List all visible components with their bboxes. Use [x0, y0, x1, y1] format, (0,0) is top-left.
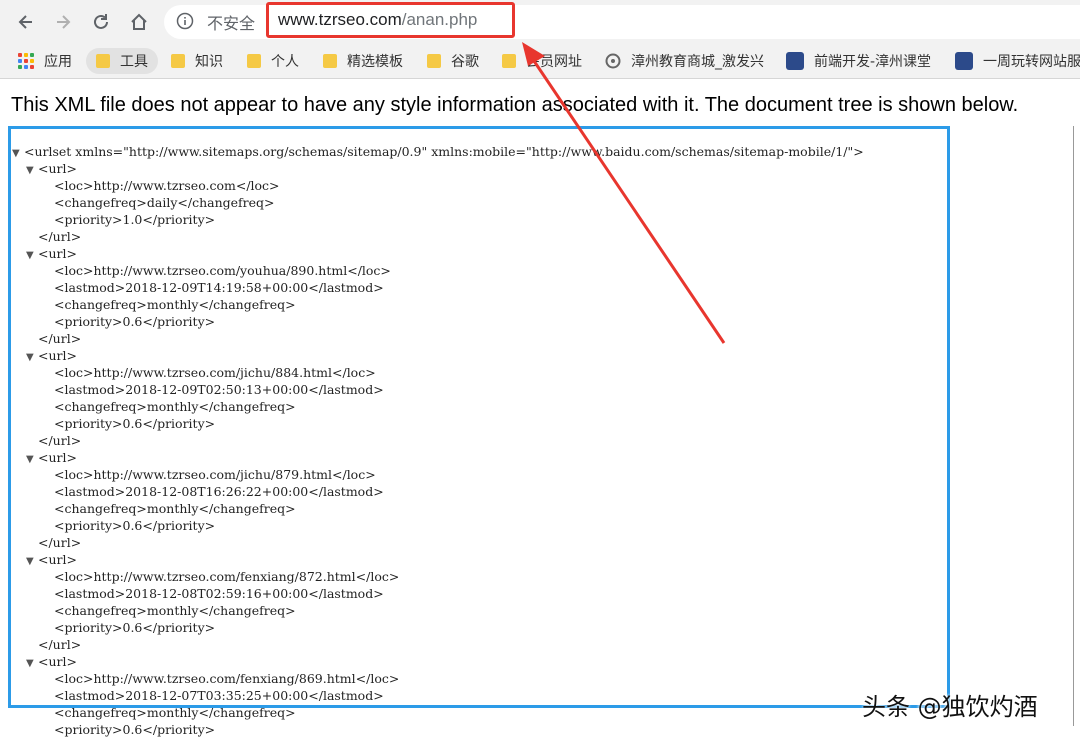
bookmark-folder-personal[interactable]: 个人	[247, 48, 299, 74]
bookmark-label: 精选模板	[347, 54, 403, 70]
bookmark-apps[interactable]: 应用	[18, 48, 72, 74]
bookmark-folder-knowledge[interactable]: 知识	[171, 48, 223, 74]
bookmark-frontend-dev[interactable]: 前端开发-漳州课堂	[786, 48, 931, 74]
info-icon[interactable]	[176, 12, 194, 30]
bookmark-label: 工具	[120, 54, 148, 70]
bookmark-folder-google[interactable]: 谷歌	[427, 48, 479, 74]
bookmark-folder-member[interactable]: 会员网址	[502, 48, 582, 74]
bookmark-label: 知识	[195, 54, 223, 70]
folder-icon	[427, 54, 441, 68]
site-badge-icon	[955, 52, 973, 70]
bookmark-label: 前端开发-漳州课堂	[814, 54, 932, 70]
folder-icon	[502, 54, 516, 68]
browser-toolbar: 不安全 www.tzrseo.com/anan.php	[0, 0, 1080, 44]
bookmark-label: 谷歌	[451, 54, 479, 70]
bookmark-label: 个人	[271, 54, 299, 70]
folder-icon	[247, 54, 261, 68]
folder-icon	[171, 54, 185, 68]
reload-button[interactable]	[85, 6, 117, 38]
folder-icon	[96, 54, 110, 68]
bookmark-zhangzhou-edu[interactable]: 漳州教育商城_激发兴	[605, 48, 764, 74]
forward-arrow-icon	[57, 15, 71, 29]
url-highlight-box	[266, 2, 515, 38]
bookmark-folder-templates[interactable]: 精选模板	[323, 48, 403, 74]
xml-info-message: This XML file does not appear to have an…	[11, 94, 1019, 116]
bookmark-label: 应用	[44, 54, 72, 70]
apps-icon	[18, 53, 34, 69]
home-icon	[131, 13, 147, 30]
folder-icon	[323, 54, 337, 68]
bookmark-label: 会员网址	[526, 54, 582, 70]
bookmark-week-site[interactable]: 一周玩转网站服	[955, 48, 1080, 74]
bookmark-folder-tools[interactable]: 工具	[86, 48, 158, 74]
reload-icon	[94, 14, 108, 29]
home-button[interactable]	[123, 6, 155, 38]
security-status[interactable]: 不安全	[207, 10, 255, 34]
back-button[interactable]	[10, 6, 42, 38]
site-icon	[605, 53, 621, 69]
page-edge-line	[1073, 126, 1074, 726]
forward-button[interactable]	[47, 6, 79, 38]
site-badge-icon	[786, 52, 804, 70]
bookmarks-bar: 应用 工具 知识 个人 精选模板 谷歌 会员网址 漳州教育商城_激发兴 前端开发…	[0, 44, 1080, 79]
xml-priority: <priority>0.6</priority>	[54, 722, 216, 737]
back-arrow-icon	[18, 15, 32, 29]
bookmark-label: 一周玩转网站服	[983, 54, 1080, 70]
watermark: 头条 @独饮灼酒	[862, 693, 1038, 721]
bookmark-label: 漳州教育商城_激发兴	[631, 54, 764, 70]
xml-highlight-box	[8, 126, 950, 708]
